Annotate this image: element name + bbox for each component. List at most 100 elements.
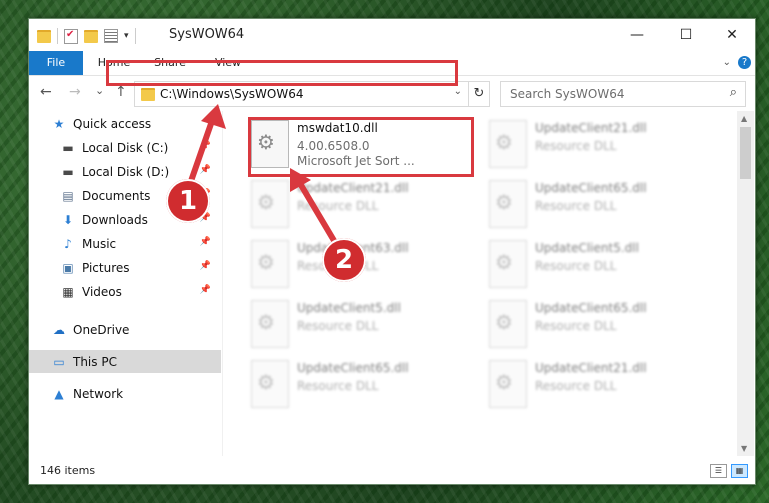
maximize-button[interactable]: ☐	[663, 19, 709, 51]
tab-file[interactable]: File	[29, 51, 83, 75]
file-description: Resource DLL	[535, 139, 617, 153]
item-count: 146 items	[40, 464, 96, 477]
scroll-up-icon[interactable]: ▲	[741, 114, 747, 123]
sidebar-item-label: Local Disk (D:)	[82, 164, 170, 179]
sidebar-item-onedrive[interactable]: ☁ OneDrive	[29, 318, 221, 341]
step-badge-2: 2	[322, 238, 366, 282]
forward-button[interactable]: →	[69, 84, 81, 100]
address-path[interactable]: C:\Windows\SysWOW64	[160, 87, 304, 101]
file-name: UpdateClient65.dll	[297, 361, 409, 375]
toolbar-separator	[57, 28, 58, 44]
new-folder-icon[interactable]	[84, 29, 98, 43]
pane-divider[interactable]	[222, 111, 223, 456]
sidebar-item-label: Music	[82, 236, 117, 251]
file-description: Resource DLL	[297, 199, 379, 213]
file-name: UpdateClient65.dll	[535, 181, 647, 195]
drive-icon: ▬	[62, 140, 74, 155]
search-icon[interactable]: ⌕	[730, 85, 737, 100]
help-icon[interactable]: ?	[738, 56, 751, 69]
file-highlight-box	[248, 117, 474, 177]
sidebar-item-quick-access[interactable]: ★ Quick access	[29, 112, 221, 135]
sidebar-item-label: Downloads	[82, 212, 148, 227]
up-button[interactable]: ↑	[115, 84, 127, 100]
address-folder-icon	[141, 88, 155, 101]
properties-check-icon[interactable]	[64, 28, 78, 44]
documents-icon: ▤	[62, 188, 74, 203]
cloud-icon: ☁	[53, 322, 65, 337]
minimize-button[interactable]: —	[614, 19, 660, 51]
sidebar-item-label: Network	[73, 386, 124, 401]
sidebar-item-network[interactable]: ▲ Network	[29, 382, 221, 405]
file-name: UpdateClient21.dll	[297, 181, 409, 195]
computer-icon: ▭	[53, 354, 65, 369]
sidebar-item-music[interactable]: ♪ Music 📌	[29, 232, 221, 255]
file-name: UpdateClient21.dll	[535, 361, 647, 375]
file-item[interactable]: UpdateClient21.dll Resource DLL	[463, 353, 693, 409]
explorer-window: ▾ SysWOW64 — ☐ ✕ File Home Share View ⌄ …	[28, 18, 756, 485]
file-name: UpdateClient21.dll	[535, 121, 647, 135]
sidebar-item-label: Videos	[82, 284, 122, 299]
file-item[interactable]: UpdateClient65.dll Resource DLL	[225, 353, 455, 409]
file-item[interactable]: UpdateClient21.dll Resource DLL	[225, 173, 455, 229]
toolbar-separator	[134, 28, 136, 44]
file-description: Resource DLL	[535, 199, 617, 213]
refresh-button[interactable]: ↻	[469, 81, 490, 107]
scroll-thumb[interactable]	[740, 127, 751, 179]
sidebar-item-label: This PC	[73, 354, 117, 369]
sidebar-item-label: Pictures	[82, 260, 130, 275]
large-icons-view-icon[interactable]: ▦	[731, 464, 748, 478]
recent-locations-button[interactable]: ⌄	[95, 84, 104, 97]
details-view-icon[interactable]: ☰	[710, 464, 727, 478]
view-options-icon[interactable]	[104, 29, 118, 43]
quick-access-toolbar: ▾	[37, 28, 136, 44]
file-name: UpdateClient5.dll	[535, 241, 639, 255]
sidebar-item-pictures[interactable]: ▣ Pictures 📌	[29, 256, 221, 279]
sidebar-item-label: Local Disk (C:)	[82, 140, 169, 155]
dll-file-icon	[489, 240, 527, 288]
pictures-icon: ▣	[62, 260, 74, 275]
window-title: SysWOW64	[169, 27, 245, 42]
file-item[interactable]: UpdateClient21.dll Resource DLL	[463, 113, 693, 169]
address-dropdown-icon[interactable]: ⌄	[454, 86, 462, 97]
sidebar-item-this-pc[interactable]: ▭ This PC	[29, 350, 221, 373]
music-icon: ♪	[64, 236, 72, 251]
file-item[interactable]: UpdateClient5.dll Resource DLL	[463, 233, 693, 289]
pin-icon[interactable]: 📌	[200, 285, 211, 295]
vertical-scrollbar[interactable]: ▲ ▼	[737, 111, 754, 456]
customize-toolbar-caret-icon[interactable]: ▾	[124, 31, 129, 41]
file-name: UpdateClient5.dll	[297, 301, 401, 315]
dll-file-icon	[489, 300, 527, 348]
sidebar-item-label: Documents	[82, 188, 151, 203]
sidebar-item-videos[interactable]: ▦ Videos 📌	[29, 280, 221, 303]
dll-file-icon	[489, 360, 527, 408]
star-icon: ★	[53, 116, 65, 131]
status-bar: 146 items ☰ ▦	[29, 458, 755, 484]
close-button[interactable]: ✕	[709, 19, 755, 51]
pin-icon[interactable]: 📌	[200, 165, 211, 175]
drive-icon: ▬	[62, 164, 74, 179]
expand-ribbon-chevron-icon[interactable]: ⌄	[723, 57, 731, 68]
sidebar-item-local-disk-c[interactable]: ▬ Local Disk (C:) 📌	[29, 136, 221, 159]
search-input[interactable]: Search SysWOW64	[510, 87, 624, 101]
back-button[interactable]: ←	[40, 84, 52, 100]
folder-icon[interactable]	[37, 29, 51, 43]
videos-icon: ▦	[62, 284, 74, 299]
pin-icon[interactable]: 📌	[200, 261, 211, 271]
step-badge-1: 1	[166, 179, 210, 223]
file-description: Resource DLL	[297, 319, 379, 333]
file-description: Resource DLL	[297, 379, 379, 393]
file-item[interactable]: UpdateClient65.dll Resource DLL	[463, 293, 693, 349]
dll-file-icon	[251, 300, 289, 348]
file-description: Resource DLL	[535, 319, 617, 333]
dll-file-icon	[251, 240, 289, 288]
pin-icon[interactable]: 📌	[200, 141, 211, 151]
file-item[interactable]: UpdateClient5.dll Resource DLL	[225, 293, 455, 349]
file-item[interactable]: UpdateClient65.dll Resource DLL	[463, 173, 693, 229]
scroll-down-icon[interactable]: ▼	[741, 444, 747, 453]
download-icon: ⬇	[62, 212, 74, 227]
search-box[interactable]: Search SysWOW64 ⌕	[500, 81, 746, 107]
sidebar-item-label: Quick access	[73, 116, 152, 131]
pin-icon[interactable]: 📌	[200, 237, 211, 247]
navigation-pane: ★ Quick access ▬ Local Disk (C:) 📌 ▬ Loc…	[29, 111, 221, 459]
file-name: UpdateClient65.dll	[535, 301, 647, 315]
